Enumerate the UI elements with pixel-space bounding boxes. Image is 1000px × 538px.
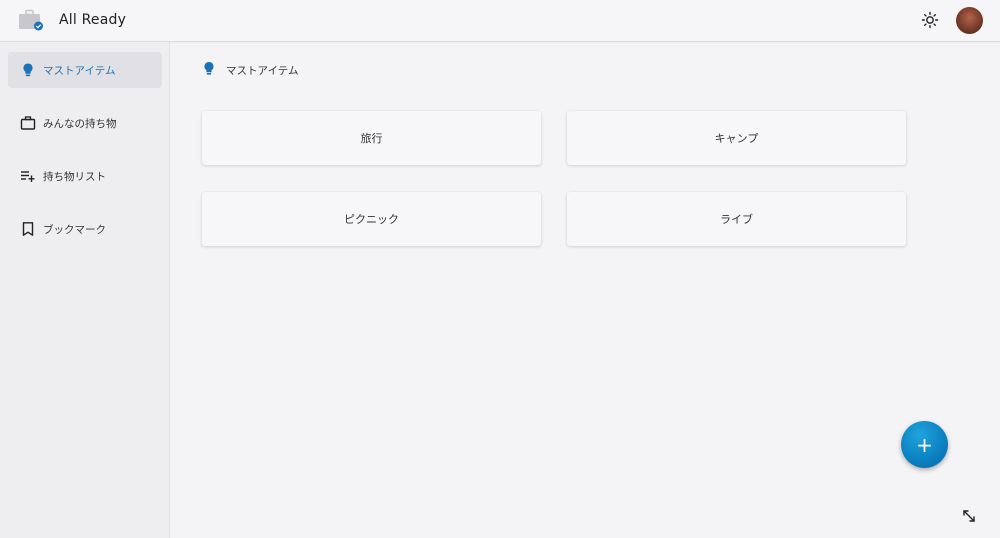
card-label: ライブ (720, 213, 753, 226)
plus-icon: + (916, 432, 933, 457)
item-card-camping[interactable]: キャンプ (567, 111, 906, 165)
sidebar-item-must-items[interactable]: マストアイテム (8, 52, 162, 88)
sidebar-item-label: マストアイテム (43, 65, 116, 77)
app-header: All Ready (0, 0, 1000, 42)
briefcase-check-logo-icon (19, 9, 43, 31)
sidebar-item-bookmarks[interactable]: ブックマーク (8, 211, 162, 247)
item-card-live[interactable]: ライブ (567, 192, 906, 246)
item-card-picnic[interactable]: ピクニック (202, 192, 541, 246)
lightbulb-icon (204, 61, 214, 75)
item-card-travel[interactable]: 旅行 (202, 111, 541, 165)
sidebar-item-everyones-items[interactable]: みんなの持ち物 (8, 105, 162, 141)
sidebar-item-label: みんなの持ち物 (43, 118, 117, 130)
bookmark-icon (22, 222, 34, 236)
add-button[interactable]: + (901, 421, 948, 468)
page-title: マストアイテム (226, 65, 299, 77)
sidebar: マストアイテム みんなの持ち物 持ち物リスト ブックマーク (0, 42, 170, 538)
card-label: キャンプ (714, 132, 759, 145)
avatar[interactable] (956, 7, 983, 34)
sidebar-item-label: ブックマーク (43, 224, 106, 236)
app-title: All Ready (59, 12, 127, 28)
card-label: ピクニック (344, 213, 399, 226)
sidebar-item-label: 持ち物リスト (43, 171, 106, 183)
playlist-add-icon (21, 171, 35, 182)
card-label: 旅行 (360, 132, 383, 145)
sidebar-item-item-list[interactable]: 持ち物リスト (8, 158, 162, 194)
resize-diagonal-icon[interactable] (962, 509, 976, 523)
lightbulb-icon (23, 63, 33, 77)
briefcase-icon (20, 116, 36, 130)
sun-icon[interactable] (920, 10, 940, 30)
